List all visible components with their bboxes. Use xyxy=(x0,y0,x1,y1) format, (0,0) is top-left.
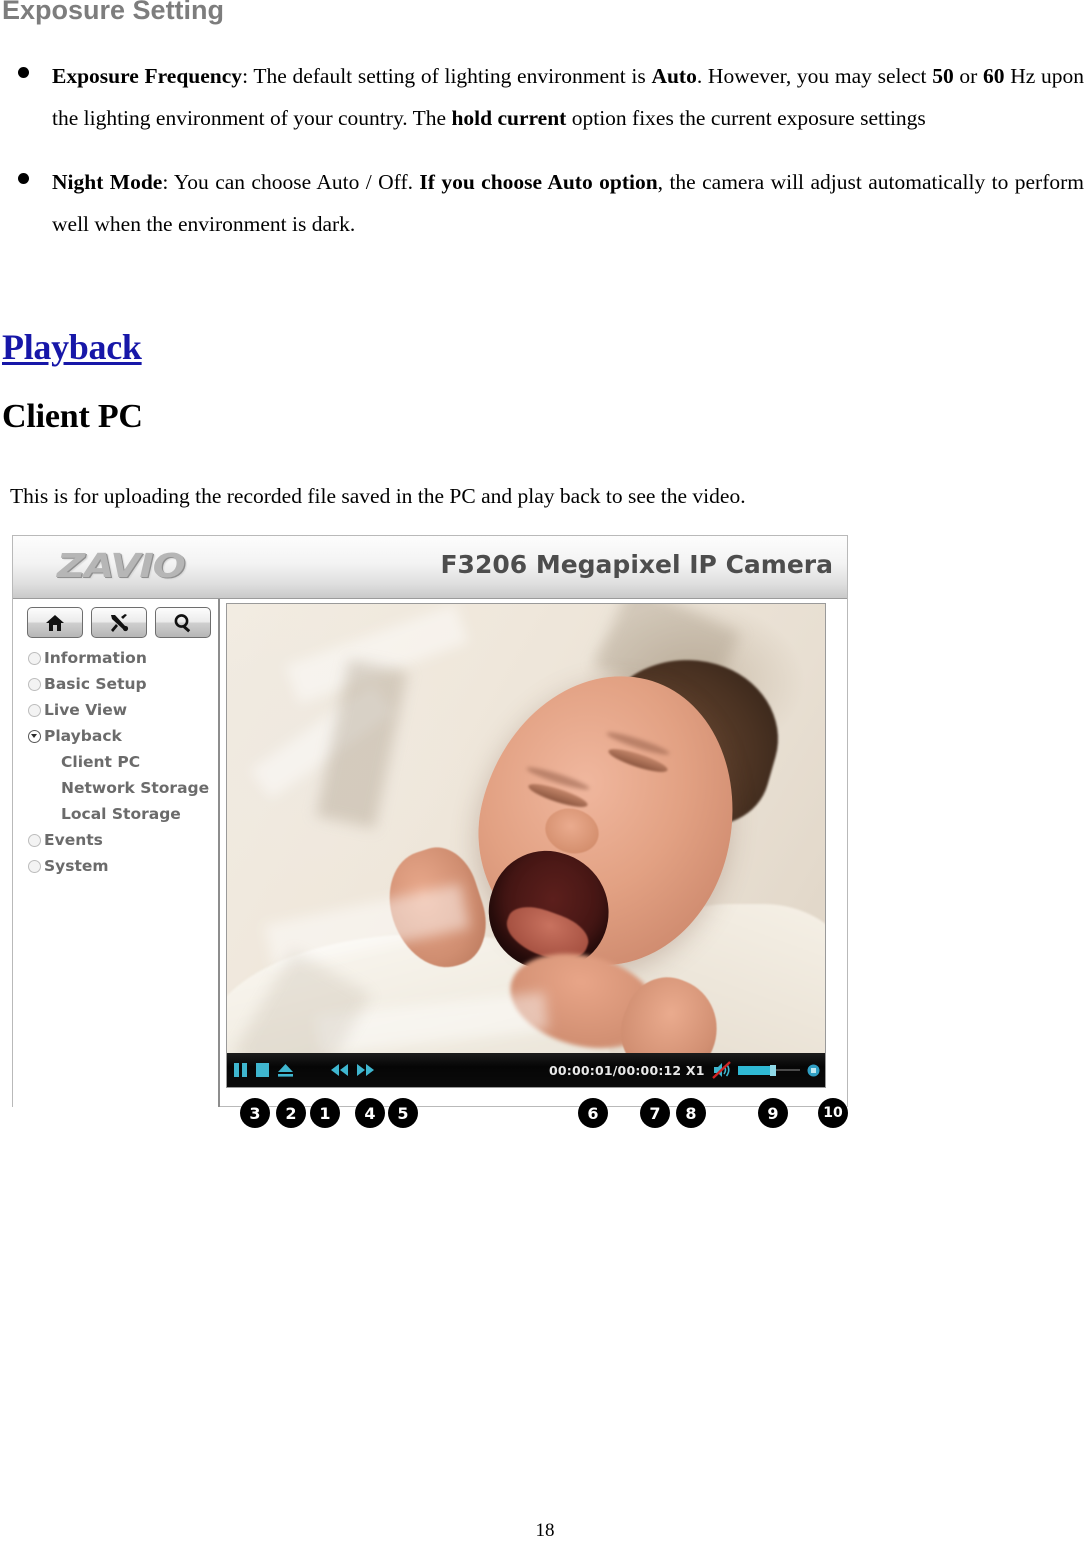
fullscreen-icon[interactable] xyxy=(806,1063,821,1078)
fast-forward-button[interactable] xyxy=(356,1062,375,1078)
setup-button[interactable] xyxy=(91,607,147,638)
collapsed-bullet-icon xyxy=(28,859,41,873)
home-icon xyxy=(45,614,65,632)
time-display: 00:00:01/00:00:12 X1 xyxy=(549,1062,705,1078)
search-icon xyxy=(173,613,193,633)
callout-badge: 8 xyxy=(676,1098,706,1128)
camera-model-title: F3206 Megapixel IP Camera xyxy=(440,550,833,579)
home-button[interactable] xyxy=(27,607,83,638)
sidebar-item-network-storage[interactable]: Network Storage xyxy=(13,775,218,801)
sidebar-item-label: Playback xyxy=(44,727,122,745)
tools-icon xyxy=(109,613,130,633)
bullet-text-night-mode: Night Mode: You can choose Auto / Off. I… xyxy=(52,170,1084,236)
heading-playback: Playback xyxy=(2,327,142,367)
callout-badges: 3 2 1 4 5 6 7 8 9 10 xyxy=(12,1098,862,1138)
sidebar-item-label: Information xyxy=(44,649,147,667)
sidebar-item-events[interactable]: Events xyxy=(13,827,218,853)
sidebar-item-label: Basic Setup xyxy=(44,675,147,693)
bullet-dot-icon xyxy=(18,67,29,78)
expanded-bullet-icon xyxy=(28,729,41,743)
collapsed-bullet-icon xyxy=(28,703,41,717)
camera-web-ui-screenshot: ZAVIO F3206 Megapixel IP Camera Informat… xyxy=(12,535,848,1107)
stop-button[interactable] xyxy=(255,1062,270,1078)
sidebar-item-local-storage[interactable]: Local Storage xyxy=(13,801,218,827)
collapsed-bullet-icon xyxy=(28,651,41,665)
callout-badge: 6 xyxy=(578,1098,608,1128)
sidebar-item-label: Live View xyxy=(44,701,128,719)
bullet-text-exposure-frequency: Exposure Frequency: The default setting … xyxy=(52,64,1084,130)
camera-main-panel: 00:00:01/00:00:12 X1 xyxy=(220,599,847,1107)
callout-badge: 1 xyxy=(310,1098,340,1128)
sidebar-item-basic-setup[interactable]: Basic Setup xyxy=(13,671,218,697)
document-page: Exposure Setting Exposure Frequency: The… xyxy=(0,0,1090,1549)
callout-badge: 4 xyxy=(355,1098,385,1128)
pause-button[interactable] xyxy=(233,1062,248,1078)
list-item: Night Mode: You can choose Auto / Off. I… xyxy=(0,161,1090,245)
sidebar-nav: Information Basic Setup Live View Playba… xyxy=(13,645,218,879)
collapsed-bullet-icon xyxy=(28,833,41,847)
page-number: 18 xyxy=(535,1520,555,1541)
callout-badge: 7 xyxy=(640,1098,670,1128)
sidebar-item-information[interactable]: Information xyxy=(13,645,218,671)
callout-badge: 9 xyxy=(758,1098,788,1128)
sidebar-item-client-pc[interactable]: Client PC xyxy=(13,749,218,775)
collapsed-bullet-icon xyxy=(28,677,41,691)
callout-badge: 2 xyxy=(276,1098,306,1128)
bullet-dot-icon xyxy=(18,173,29,184)
sidebar-item-playback[interactable]: Playback xyxy=(13,723,218,749)
sidebar-item-live-view[interactable]: Live View xyxy=(13,697,218,723)
sidebar-item-label: Events xyxy=(44,831,103,849)
callout-badge: 5 xyxy=(388,1098,418,1128)
zavio-logo: ZAVIO xyxy=(57,546,186,585)
video-player[interactable]: 00:00:01/00:00:12 X1 xyxy=(226,603,826,1088)
sidebar-subitem-label: Client PC xyxy=(61,753,141,771)
sidebar-item-system[interactable]: System xyxy=(13,853,218,879)
sidebar-subitem-label: Network Storage xyxy=(61,779,210,797)
bullet-list: Exposure Frequency: The default setting … xyxy=(0,55,1090,267)
sidebar-subitem-label: Local Storage xyxy=(61,805,181,823)
list-item: Exposure Frequency: The default setting … xyxy=(0,55,1090,139)
video-image-baby xyxy=(227,604,825,1087)
camera-ui-header: ZAVIO F3206 Megapixel IP Camera xyxy=(13,536,847,599)
heading-client-pc: Client PC xyxy=(2,398,143,435)
callout-badge: 3 xyxy=(240,1098,270,1128)
rewind-button[interactable] xyxy=(330,1062,349,1078)
sidebar-item-label: System xyxy=(44,857,109,875)
callout-badge: 10 xyxy=(818,1098,848,1128)
camera-sidebar: Information Basic Setup Live View Playba… xyxy=(13,599,220,1107)
volume-slider[interactable] xyxy=(738,1064,800,1076)
player-control-bar[interactable]: 00:00:01/00:00:12 X1 xyxy=(227,1053,825,1087)
search-button[interactable] xyxy=(155,607,211,638)
mute-icon[interactable] xyxy=(712,1061,732,1079)
sidebar-toolbar xyxy=(13,607,218,638)
section-heading: Exposure Setting xyxy=(2,0,225,25)
intro-paragraph: This is for uploading the recorded file … xyxy=(10,484,746,508)
camera-ui-body: Information Basic Setup Live View Playba… xyxy=(13,599,847,1107)
eject-button[interactable] xyxy=(277,1062,294,1078)
